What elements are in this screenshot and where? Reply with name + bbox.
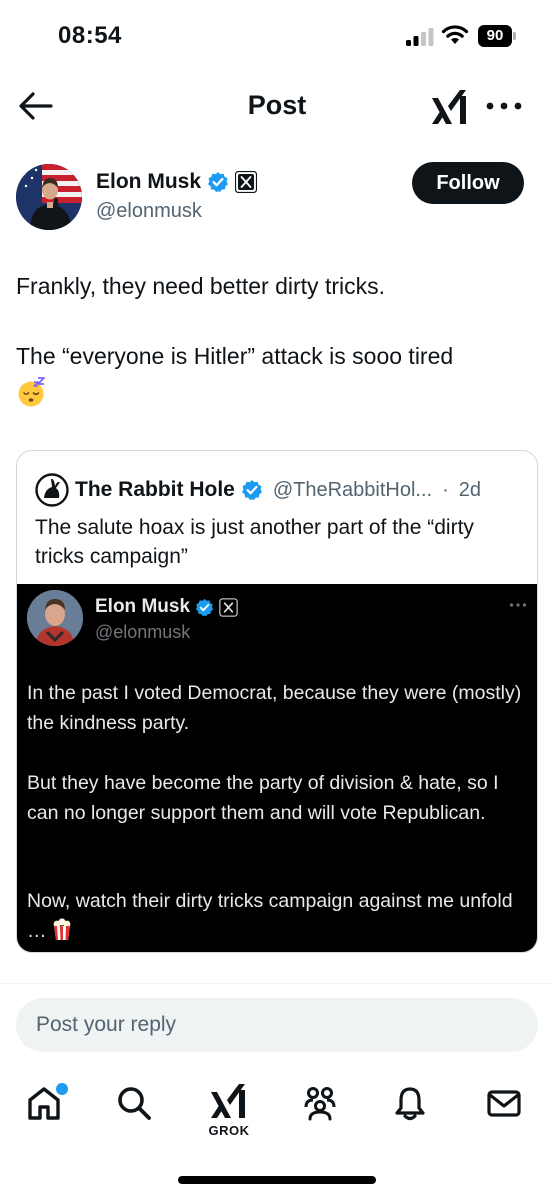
quoted-post-header: The Rabbit Hole @TheRabbitHol... · 2d — [35, 473, 481, 507]
quoted-author-name: The Rabbit Hole — [75, 478, 235, 501]
embed-paragraph-3: Now, watch their dirty tricks campaign a… — [27, 886, 527, 946]
author-name-row: Elon Musk — [96, 170, 258, 194]
post-text-line-2: The “everyone is Hitler” attack is sooo … — [16, 343, 454, 369]
embed-author-name: Elon Musk — [95, 596, 191, 617]
rabbit-hole-avatar-icon — [35, 473, 69, 507]
verified-badge-icon — [241, 480, 262, 501]
cellular-signal-icon — [406, 28, 434, 46]
home-indicator — [178, 1176, 376, 1184]
avatar — [27, 590, 83, 646]
search-icon — [118, 1087, 151, 1120]
communities-icon — [304, 1087, 336, 1121]
embed-paragraph-2: But they have become the party of divisi… — [27, 772, 499, 824]
quoted-separator: · — [442, 478, 449, 501]
battery-icon: 90 — [478, 25, 516, 47]
tab-communities[interactable] — [294, 1081, 346, 1141]
embed-paragraph-3-text: Now, watch their dirty tricks campaign a… — [27, 890, 513, 942]
top-nav-bar: Post — [0, 78, 554, 136]
mail-icon — [487, 1090, 521, 1117]
grok-label: GROK — [208, 1123, 250, 1138]
post-text-line-1: Frankly, they need better dirty tricks. — [16, 273, 385, 299]
tab-notifications[interactable] — [384, 1081, 436, 1141]
quoted-post-text: The salute hoax is just another part of … — [35, 516, 474, 568]
verified-badge-icon — [208, 172, 229, 193]
x-affiliate-badge-icon — [235, 171, 258, 193]
more-options-icon — [509, 603, 527, 607]
wifi-icon — [441, 25, 469, 44]
avatar[interactable] — [16, 164, 82, 230]
bottom-tab-bar: GROK — [0, 1075, 554, 1155]
quoted-timestamp: 2d — [458, 478, 482, 501]
grok-xai-icon[interactable] — [430, 88, 470, 126]
bell-icon — [395, 1087, 425, 1121]
page-title: Post — [247, 90, 307, 120]
verified-badge-icon — [195, 598, 214, 616]
author-handle: @elonmusk — [96, 200, 202, 222]
follow-button[interactable]: Follow — [412, 162, 524, 204]
grok-icon — [211, 1084, 245, 1118]
divider — [0, 983, 554, 984]
notification-dot — [56, 1083, 68, 1095]
battery-level: 90 — [478, 25, 512, 47]
tab-grok[interactable]: GROK — [203, 1081, 255, 1141]
embed-name-row: Elon Musk — [95, 596, 238, 618]
tab-search[interactable] — [108, 1081, 160, 1141]
tab-home[interactable] — [18, 1081, 70, 1141]
post-author: Elon Musk @elonmusk Follow — [0, 160, 554, 232]
embed-paragraph-1: In the past I voted Democrat, because th… — [27, 682, 522, 734]
status-time: 08:54 — [58, 22, 122, 49]
reply-box — [16, 998, 538, 1052]
tab-messages[interactable] — [478, 1081, 530, 1141]
x-affiliate-badge-icon — [219, 597, 238, 617]
status-bar: 08:54 90 — [0, 0, 554, 74]
popcorn-emoji-icon — [53, 918, 70, 940]
quoted-post-card[interactable]: The Rabbit Hole @TheRabbitHol... · 2d Th… — [16, 450, 538, 953]
more-options-icon[interactable] — [486, 102, 522, 110]
embed-author-handle: @elonmusk — [95, 622, 191, 642]
sleeping-face-emoji-icon — [18, 377, 45, 407]
author-name[interactable]: Elon Musk — [96, 170, 201, 194]
embedded-screenshot[interactable]: Elon Musk @elonmusk In the past I voted … — [17, 584, 537, 952]
reply-input[interactable] — [16, 998, 538, 1052]
quoted-author-handle: @TheRabbitHol... — [272, 478, 433, 501]
